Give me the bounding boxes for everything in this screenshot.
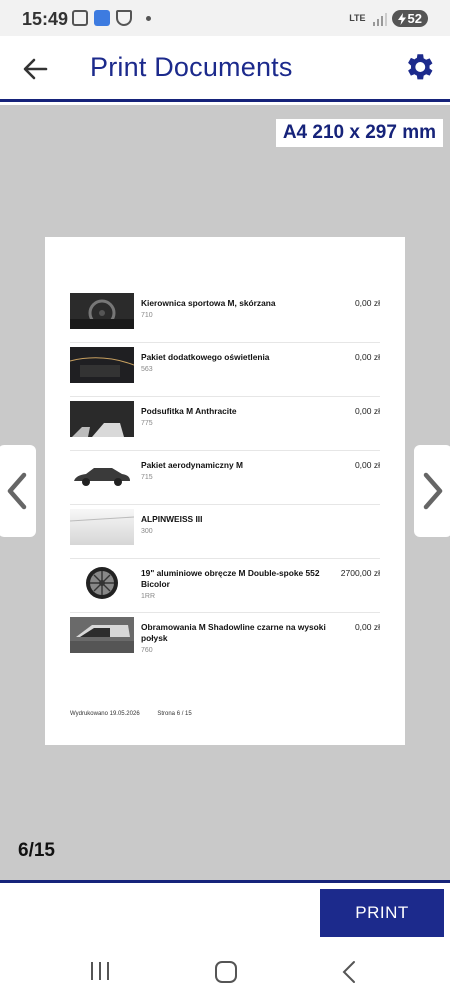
item-price: 0,00 zł: [354, 406, 380, 416]
status-bar: 15:49 LTE 52: [0, 0, 450, 36]
home-button[interactable]: [214, 960, 238, 989]
arrow-left-icon: [23, 58, 48, 80]
charging-icon: [397, 12, 406, 25]
item-name: ALPINWEISS III 300: [141, 514, 326, 537]
list-item: Pakiet aerodynamiczny M 715 0,00 zł: [70, 451, 380, 505]
item-code: 300: [141, 528, 153, 535]
item-code: 760: [141, 647, 153, 654]
item-code: 1RR: [141, 593, 156, 600]
chevron-right-icon: [423, 472, 443, 510]
wheel-rim-thumbnail: [70, 563, 134, 599]
list-item: Obramowania M Shadowline czarne na wysok…: [70, 613, 380, 667]
back-button[interactable]: [20, 54, 50, 84]
window-trim-thumbnail: [70, 617, 134, 653]
network-type: LTE: [349, 13, 366, 23]
item-price: 2700,00 zł: [340, 568, 380, 578]
page-number: Strona 6 / 15: [157, 711, 192, 717]
back-chevron-icon: [342, 961, 355, 983]
item-name: Podsufitka M Anthracite 775: [141, 406, 326, 429]
page-counter: 6/15: [18, 840, 55, 861]
chevron-left-icon: [7, 472, 27, 510]
item-name: 19" aluminiowe obręcze M Double-spoke 55…: [141, 568, 326, 602]
item-code: 563: [141, 366, 153, 373]
system-navigation-bar: [0, 946, 450, 1000]
recent-apps-icon: [91, 962, 109, 980]
recent-apps-button[interactable]: [88, 960, 112, 987]
car-side-thumbnail: [70, 455, 134, 491]
item-name: Pakiet aerodynamiczny M 715: [141, 460, 326, 483]
page-footer: Wydrukowano 19.05.2026 Strona 6 / 15: [70, 711, 208, 717]
paper-size-label[interactable]: A4 210 x 297 mm: [275, 119, 443, 147]
photo-app-icon: [94, 10, 110, 26]
list-item: Kierownica sportowa M, skórzana 710 0,00 …: [70, 289, 380, 343]
paint-swatch-thumbnail: [70, 509, 134, 545]
more-notifications-dot: [146, 15, 151, 21]
print-button[interactable]: PRINT: [320, 889, 444, 937]
item-price: 0,00 zł: [354, 352, 380, 362]
battery-level: 52: [407, 11, 422, 26]
item-price: 0,00 zł: [354, 460, 380, 470]
system-status: LTE 52: [349, 10, 428, 27]
item-name: Pakiet dodatkowego oświetlenia 563: [141, 352, 326, 375]
app-bar: Print Documents: [0, 36, 450, 102]
gear-icon: [408, 54, 433, 80]
list-item: Pakiet dodatkowego oświetlenia 563 0,00 z…: [70, 343, 380, 397]
page-title: Print Documents: [90, 52, 293, 82]
next-page-button[interactable]: [414, 445, 450, 537]
list-item: ALPINWEISS III 300: [70, 505, 380, 559]
shield-icon: [116, 10, 132, 26]
list-item: Podsufitka M Anthracite 775 0,00 zł: [70, 397, 380, 451]
item-price: 0,00 zł: [354, 298, 380, 308]
notification-icons: [72, 10, 151, 26]
headliner-thumbnail: [70, 401, 134, 437]
item-name: Kierownica sportowa M, skórzana 710: [141, 298, 326, 321]
document-page: Kierownica sportowa M, skórzana 710 0,00 …: [45, 237, 405, 745]
item-code: 715: [141, 474, 153, 481]
printed-date: Wydrukowano 19.05.2026: [70, 711, 140, 717]
document-preview-area: A4 210 x 297 mm Kierownica sportowa M, s…: [0, 105, 450, 880]
battery-indicator: 52: [391, 10, 428, 27]
item-code: 710: [141, 312, 153, 319]
system-back-button[interactable]: [340, 960, 360, 989]
item-name: Obramowania M Shadowline czarne na wysok…: [141, 622, 326, 654]
item-code: 775: [141, 420, 153, 427]
list-item: 19" aluminiowe obręcze M Double-spoke 55…: [70, 559, 380, 613]
previous-page-button[interactable]: [0, 445, 36, 537]
steering-wheel-thumbnail: [70, 293, 134, 329]
screenshot-icon: [72, 10, 88, 26]
item-price: 0,00 zł: [354, 622, 380, 632]
status-time: 15:49: [22, 9, 69, 29]
settings-button[interactable]: [402, 50, 436, 84]
bottom-action-bar: PRINT: [0, 880, 450, 946]
interior-lighting-thumbnail: [70, 347, 134, 383]
signal-icon: [372, 12, 387, 26]
home-icon: [215, 961, 237, 983]
